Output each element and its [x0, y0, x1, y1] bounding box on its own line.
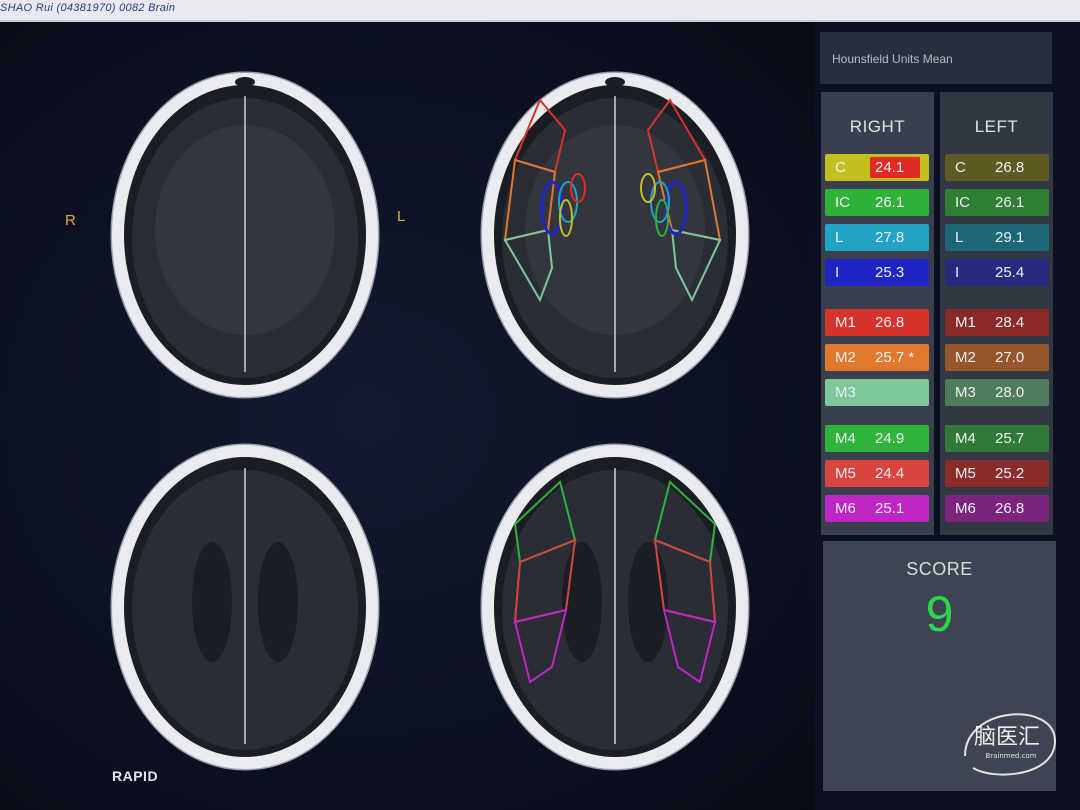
region-label: M5 — [955, 465, 976, 482]
region-label: I — [835, 264, 840, 281]
ct-scan-lower-left[interactable] — [100, 432, 400, 782]
region-value: 28.0 — [995, 384, 1025, 401]
region-value: 28.4 — [995, 314, 1025, 331]
region-label: IC — [955, 194, 970, 211]
right-region-m3: M3 — [825, 379, 929, 406]
region-label: M3 — [955, 384, 976, 401]
orientation-right-label: R — [65, 212, 76, 229]
region-label: M4 — [835, 430, 856, 447]
left-region-c: C 26.8 — [945, 154, 1049, 181]
region-label: IC — [835, 194, 850, 211]
left-region-m4: M4 25.7 — [945, 425, 1049, 452]
region-label: C — [955, 159, 966, 176]
region-value: 27.0 — [995, 349, 1025, 366]
region-value: 26.8 — [995, 500, 1025, 517]
region-label: M3 — [835, 384, 856, 401]
ct-scan-lower-right-aspects[interactable] — [470, 432, 770, 782]
right-region-m4: M4 24.9 — [825, 425, 929, 452]
window-title: SHAO Rui (04381970) 0082 Brain — [0, 2, 176, 14]
brainmed-watermark: 脑医汇 Brainmed.com — [964, 713, 1057, 776]
region-value: 26.1 — [995, 194, 1025, 211]
region-label: M2 — [955, 349, 976, 366]
right-region-m1: M1 26.8 — [825, 309, 929, 336]
region-label: I — [955, 264, 960, 281]
ct-viewer[interactable]: R L RAPID — [0, 22, 815, 810]
region-label: M5 — [835, 465, 856, 482]
score-label: SCORE — [906, 559, 973, 579]
region-value: 26.1 — [875, 194, 905, 211]
region-value: 25.7 * — [875, 349, 915, 366]
hu-title-box: Hounsfield Units Mean — [820, 32, 1052, 84]
right-region-c: C 24.1 — [825, 154, 929, 181]
region-value: 26.8 — [995, 159, 1025, 176]
right-region-ic: IC 26.1 — [825, 189, 929, 216]
ct-scan-upper-right-aspects[interactable] — [470, 60, 770, 410]
region-value: 25.7 — [995, 430, 1025, 447]
region-label: L — [835, 229, 844, 246]
right-hemisphere-panel: RIGHT C 24.1 IC 26.1 L 27.8 I 25.3 M1 26.8 M2 25.7 … — [821, 92, 934, 535]
left-region-i: I 25.4 — [945, 259, 1049, 286]
region-value: 29.1 — [995, 229, 1025, 246]
region-label: M6 — [955, 500, 976, 517]
right-region-m2: M2 25.7 * — [825, 344, 929, 371]
left-region-l: L 29.1 — [945, 224, 1049, 251]
region-value: 25.4 — [995, 264, 1025, 281]
left-region-m1: M1 28.4 — [945, 309, 1049, 336]
region-label: M6 — [835, 500, 856, 517]
region-label: M2 — [835, 349, 856, 366]
left-region-m6: M6 26.8 — [945, 495, 1049, 522]
left-hemisphere-panel: LEFT C 26.8 IC 26.1 L 29.1 I 25.4 M1 28.4 M2 27.0 M3… — [940, 92, 1053, 535]
right-region-m5: M5 24.4 — [825, 460, 929, 487]
ct-scan-upper-left[interactable] — [100, 60, 400, 410]
region-value: 24.4 — [875, 465, 905, 482]
right-region-l: L 27.8 — [825, 224, 929, 251]
left-region-m5: M5 25.2 — [945, 460, 1049, 487]
left-region-m2: M2 27.0 — [945, 344, 1049, 371]
right-panel-header: RIGHT — [849, 117, 906, 136]
region-value: 24.1 — [875, 159, 905, 176]
region-label: C — [835, 159, 846, 176]
region-value: 25.3 — [875, 264, 905, 281]
hu-title: Hounsfield Units Mean — [832, 52, 953, 66]
region-value: 25.2 — [995, 465, 1025, 482]
region-value: 24.9 — [875, 430, 905, 447]
region-label: M4 — [955, 430, 976, 447]
right-region-i: I 25.3 — [825, 259, 929, 286]
right-region-m6: M6 25.1 — [825, 495, 929, 522]
region-value: 25.1 — [875, 500, 905, 517]
region-value: 26.8 — [875, 314, 905, 331]
region-value: 27.8 — [875, 229, 905, 246]
window-titlebar: SHAO Rui (04381970) 0082 Brain — [0, 0, 1080, 22]
watermark-text: 脑医汇 — [974, 725, 1040, 750]
region-label: M1 — [835, 314, 856, 331]
left-region-ic: IC 26.1 — [945, 189, 1049, 216]
rapid-logo-text: RAPID — [112, 768, 159, 784]
left-panel-header: LEFT — [974, 117, 1019, 136]
left-region-m3: M3 28.0 — [945, 379, 1049, 406]
watermark-subtext: Brainmed.com — [985, 752, 1036, 760]
region-label: M1 — [955, 314, 976, 331]
region-label: L — [955, 229, 964, 246]
score-value: 9 — [925, 586, 954, 642]
orientation-left-label: L — [397, 208, 406, 225]
